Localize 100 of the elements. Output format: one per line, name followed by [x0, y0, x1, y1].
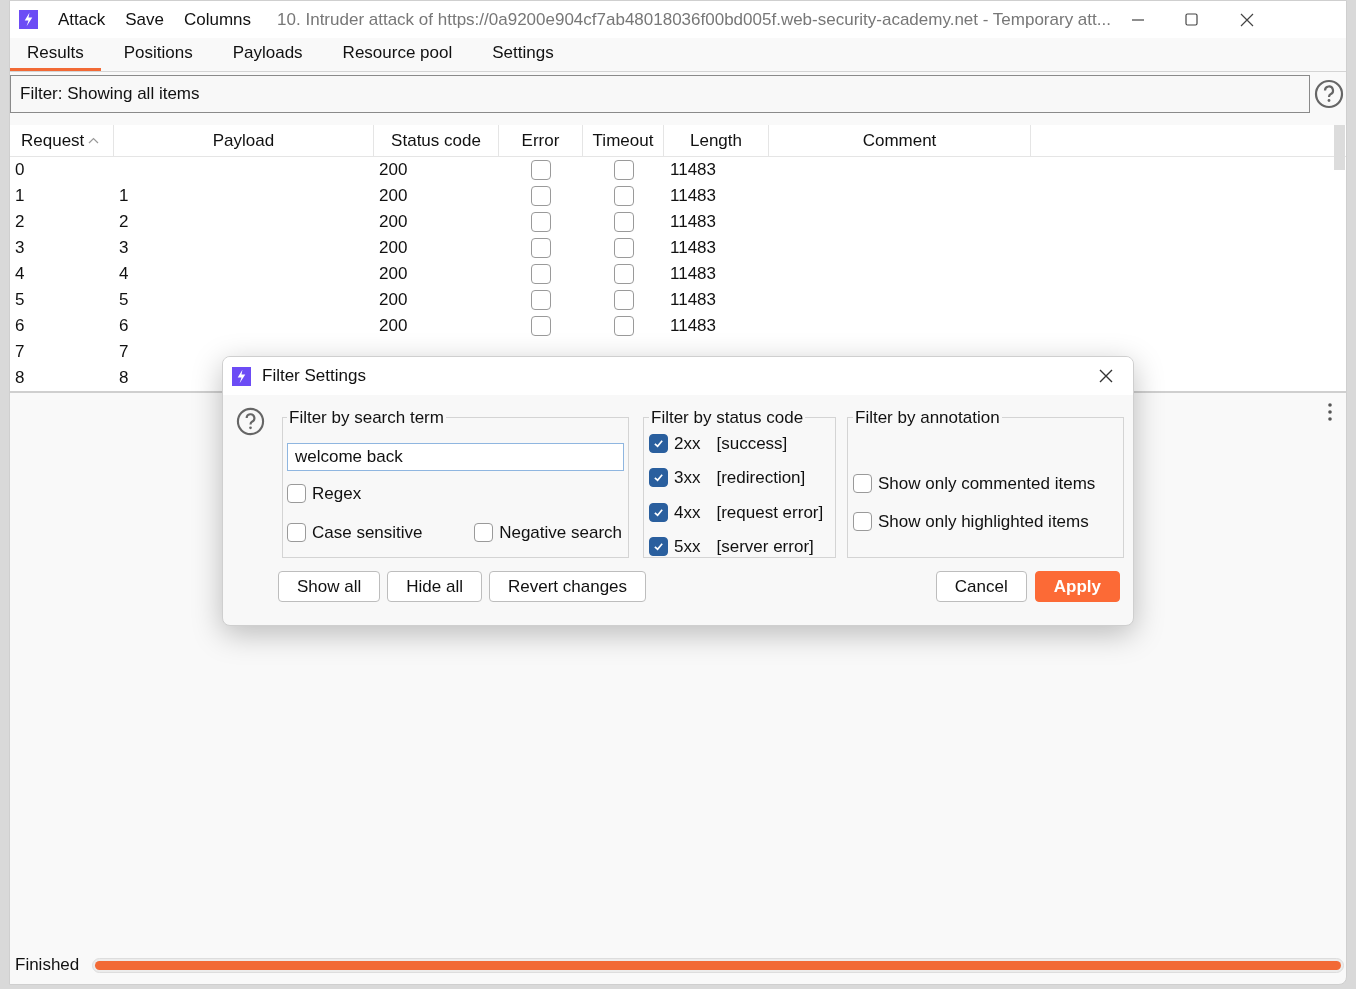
table-cell-text: 8	[119, 367, 129, 390]
checkbox[interactable]	[613, 186, 634, 206]
dialog-button[interactable]: Show all	[278, 571, 381, 602]
checkmark-icon	[653, 437, 664, 449]
table-cell-text: 0	[15, 159, 25, 182]
checkbox-option[interactable]: Show only highlighted items	[853, 509, 1118, 535]
checkbox[interactable]	[613, 160, 634, 180]
close-icon[interactable]	[1239, 12, 1254, 27]
menu-item[interactable]: Attack	[58, 6, 106, 33]
close-icon[interactable]	[1099, 369, 1113, 383]
checkbox[interactable]	[531, 264, 551, 284]
table-cell-text: 11483	[670, 289, 716, 312]
checkbox[interactable]	[531, 160, 551, 180]
menu-item[interactable]: Columns	[184, 6, 252, 33]
filter-bar[interactable]: Filter: Showing all items	[10, 75, 1310, 113]
checkbox[interactable]	[287, 523, 306, 543]
table-cell-text: 7	[119, 341, 129, 364]
column-header[interactable]: Payload	[114, 125, 374, 156]
checkbox[interactable]	[649, 468, 668, 488]
checkbox-option[interactable]: 5xx [server error]	[649, 534, 830, 560]
app-logo-icon	[232, 366, 251, 386]
column-label: Payload	[212, 129, 275, 152]
maximize-icon[interactable]	[1184, 13, 1198, 26]
table-cell-text: 7	[15, 341, 25, 364]
table-cell-text: 2	[15, 211, 25, 234]
table-cell-text: 11483	[670, 237, 716, 260]
menu-item[interactable]: Save	[125, 6, 164, 33]
checkbox-option[interactable]: 4xx [request error]	[649, 499, 830, 525]
column-label: Comment	[862, 129, 937, 152]
more-options-icon[interactable]	[1328, 403, 1332, 421]
table-cell-text: 2	[119, 211, 129, 234]
checkbox-option[interactable]: 2xx [success]	[649, 430, 830, 456]
checkbox[interactable]	[649, 433, 668, 453]
table-cell-text: 11483	[670, 159, 716, 182]
table-cell-text: 11483	[670, 185, 716, 208]
column-header[interactable]: Timeout	[583, 125, 664, 156]
column-label: Length	[690, 129, 742, 152]
table-cell-text: 5	[119, 289, 129, 312]
help-icon[interactable]	[236, 407, 265, 436]
column-header[interactable]: Length	[664, 125, 769, 156]
table-cell-text: 1	[119, 185, 129, 208]
tab[interactable]: Payloads	[215, 38, 320, 71]
tab[interactable]: Resource pool	[325, 38, 470, 71]
tab[interactable]: Positions	[106, 38, 210, 71]
help-icon[interactable]	[1314, 79, 1344, 109]
checkbox[interactable]	[613, 290, 634, 310]
table-cell-text: 200	[379, 263, 408, 286]
tab[interactable]: Settings	[475, 38, 571, 71]
checkbox[interactable]	[613, 212, 634, 232]
table-cell-text: 11483	[670, 211, 716, 234]
checkbox-option[interactable]: Show only commented items	[853, 470, 1118, 496]
table-cell-text: 11483	[670, 263, 716, 286]
dialog-button[interactable]: Revert changes	[488, 571, 647, 602]
dialog-title: Filter Settings	[262, 365, 367, 388]
checkbox-option[interactable]: Case sensitive	[287, 520, 423, 546]
checkbox[interactable]	[531, 212, 551, 232]
column-header[interactable]: Comment	[769, 125, 1031, 156]
group-title: Filter by status code	[650, 407, 805, 429]
checkbox-option[interactable]: 3xx [redirection]	[649, 465, 830, 491]
checkbox-option[interactable]: Regex	[287, 480, 624, 506]
tab[interactable]: Results	[10, 38, 101, 71]
column-header[interactable]: Error	[499, 125, 583, 156]
scrollbar[interactable]	[1334, 125, 1345, 170]
checkbox[interactable]	[474, 523, 494, 543]
table-cell-text: 4	[119, 263, 129, 286]
table-cell-text: 3	[15, 237, 25, 260]
table-cell-text: 8	[15, 367, 25, 390]
checkbox[interactable]	[853, 512, 872, 532]
table-cell-text: 5	[15, 289, 25, 312]
table-cell-text: 200	[379, 315, 408, 338]
checkbox[interactable]	[613, 238, 634, 258]
checkbox[interactable]	[531, 316, 551, 336]
checkbox[interactable]	[531, 290, 551, 310]
column-header[interactable]: Request	[10, 125, 114, 156]
checkbox[interactable]	[531, 238, 551, 258]
sort-ascending-icon	[88, 137, 100, 144]
column-label: Status code	[391, 129, 481, 152]
window-title: 10. Intruder attack of https://0a9200e904cf7ab48018036f00bd005f.web-security-academy.net - Temporary att...	[277, 8, 1111, 31]
app-logo-icon	[19, 10, 38, 29]
checkbox-option[interactable]: Negative search	[474, 520, 622, 546]
column-label: Error	[521, 129, 560, 152]
checkbox[interactable]	[649, 537, 668, 557]
checkbox[interactable]	[531, 186, 551, 206]
dialog-button[interactable]: Hide all	[387, 571, 482, 602]
checkbox[interactable]	[613, 316, 634, 336]
table-cell-text: 4	[15, 263, 25, 286]
checkbox[interactable]	[853, 473, 872, 493]
column-header[interactable]: Status code	[374, 125, 499, 156]
table-cell-text: 200	[379, 185, 408, 208]
column-label: Request	[21, 129, 85, 152]
dialog-button[interactable]: Cancel	[935, 571, 1027, 602]
search-input[interactable]: welcome back	[287, 442, 624, 471]
checkbox[interactable]	[613, 264, 634, 284]
checkbox[interactable]	[649, 502, 668, 522]
table-cell-text: 200	[379, 211, 408, 234]
column-label: Timeout	[592, 129, 654, 152]
table-cell-text: 6	[15, 315, 25, 338]
group-title: Filter by annotation	[854, 407, 1001, 429]
checkbox[interactable]	[287, 483, 306, 503]
table-cell-text: 6	[119, 315, 129, 338]
